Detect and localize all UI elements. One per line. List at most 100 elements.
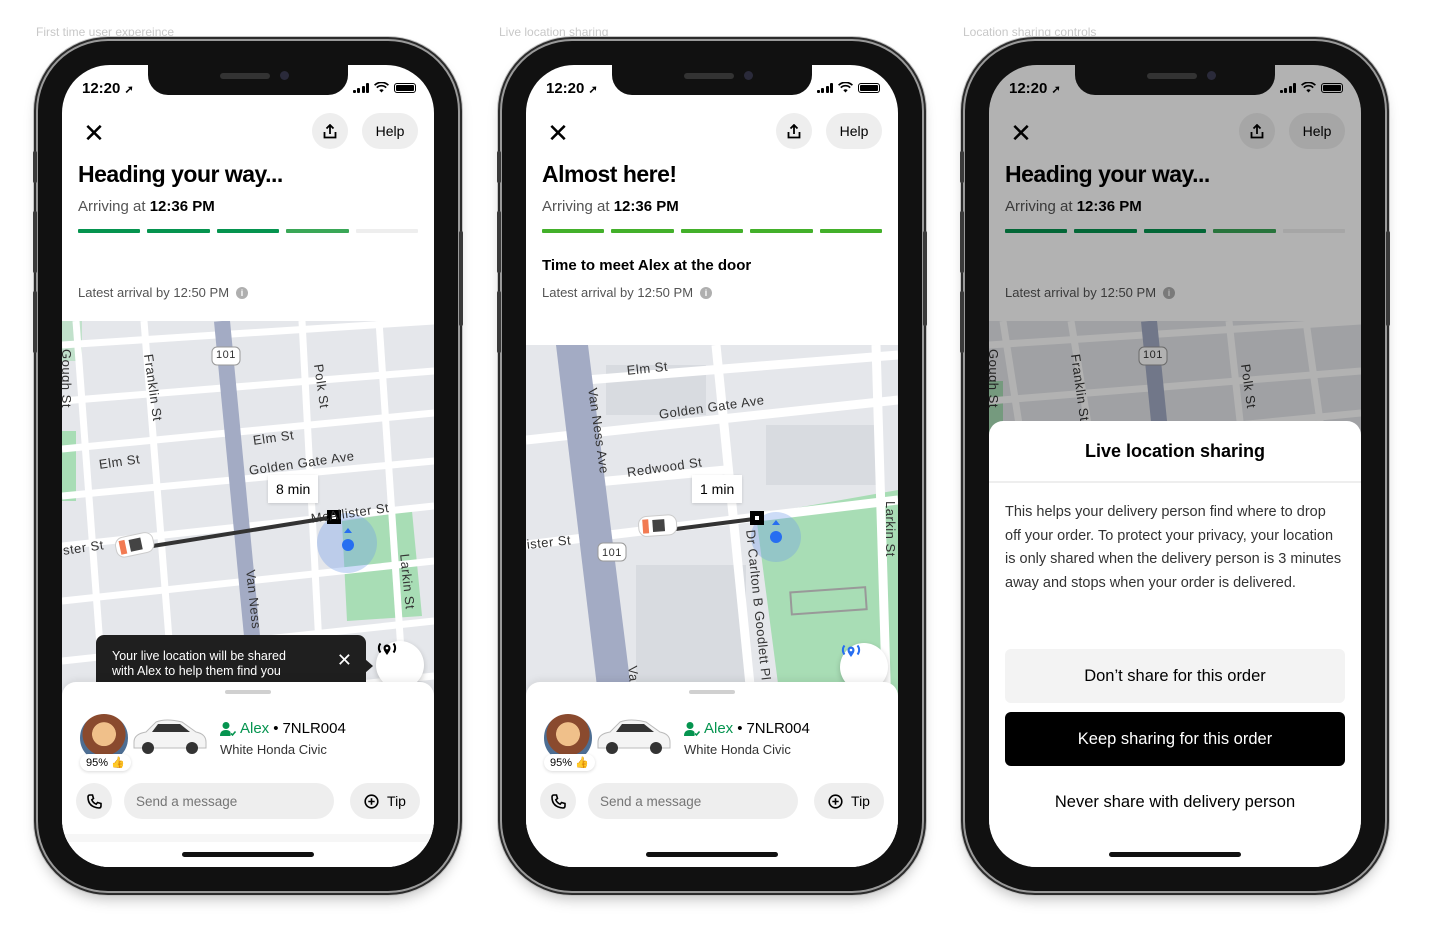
signal-icon [352, 82, 369, 93]
never-share-button[interactable]: Never share with delivery person [1005, 775, 1345, 829]
help-button[interactable]: Help [362, 113, 418, 149]
close-button[interactable]: ✕ [82, 120, 106, 146]
divider [989, 481, 1361, 483]
plus-circle-icon [828, 793, 843, 809]
progress-segment [147, 229, 210, 233]
progress-segment [819, 229, 883, 233]
screen-sharing-controls: 12:20 ➚ ✕ Help Heading your way... Arriv… [989, 65, 1361, 867]
share-icon [323, 123, 337, 138]
verified-courier-icon [684, 721, 700, 736]
screen-caption: Live location sharing [499, 25, 609, 39]
thumbs-up-icon: 👍 [575, 757, 589, 769]
sheet-handle[interactable] [225, 690, 271, 694]
home-indicator[interactable] [646, 852, 778, 857]
thumbs-up-icon: 👍 [111, 757, 125, 769]
license-plate: 7NLR004 [746, 720, 810, 737]
message-input[interactable] [124, 783, 334, 819]
notch [1075, 65, 1275, 95]
vehicle-description: White Honda Civic [684, 742, 791, 757]
location-sharing-modal: Live location sharing This helps your de… [989, 421, 1361, 867]
phone-frame: 12:20 ➚ ✕ Help Heading your way... Arriv… [960, 41, 1390, 891]
progress-bar [78, 229, 419, 233]
wifi-icon [374, 82, 389, 93]
courier-name: Alex [704, 720, 734, 737]
courier-rating: 95% 👍 [544, 754, 595, 771]
screen-first-time: 12:20 ➚ ✕ Help Heading your way... Arriv… [62, 65, 434, 867]
progress-segment [216, 229, 280, 233]
notch [148, 65, 348, 95]
help-button[interactable]: Help [826, 113, 882, 149]
home-indicator[interactable] [1109, 852, 1241, 857]
tip-button[interactable]: Tip [350, 783, 420, 819]
screen-caption: Location sharing controls [963, 25, 1097, 39]
vehicle-description: White Honda Civic [220, 742, 327, 757]
license-plate: 7NLR004 [282, 720, 346, 737]
close-button[interactable]: ✕ [546, 120, 570, 146]
screen-live-location: 12:20 ➚ ✕ Help Almost here! Arriving at … [526, 65, 898, 867]
phone-frame: 12:20 ➚ ✕ Help Almost here! Arriving at … [497, 41, 927, 891]
eta-chip: 8 min [268, 475, 319, 503]
phone-frame: 12:20 ➚ ✕ Help Heading your way... Arriv… [33, 41, 463, 891]
latest-arrival: Latest arrival by 12:50 PM i [78, 285, 249, 300]
progress-segment [750, 229, 813, 233]
status-time: 12:20 ➚ [82, 80, 134, 97]
modal-title: Live location sharing [1084, 441, 1266, 461]
sheet-handle[interactable] [689, 690, 735, 694]
tooltip-close-button[interactable]: ✕ [337, 651, 352, 669]
highway-shield: 101 [602, 547, 622, 559]
live-location-icon [377, 642, 397, 655]
progress-segment [355, 229, 419, 233]
car-image [133, 719, 207, 754]
courier-name: Alex [240, 720, 270, 737]
progress-segment [542, 229, 605, 233]
courier-sheet: 95% 👍 Alex • 7NLR004 White Honda Civic T… [526, 682, 898, 867]
call-button[interactable] [540, 783, 576, 819]
tip-button[interactable]: Tip [814, 783, 884, 819]
dont-share-button[interactable]: Don’t share for this order [1005, 649, 1345, 703]
map-street-label: Larkin St [883, 501, 898, 557]
battery-icon [394, 82, 416, 93]
meet-message: Time to meet Alex at the door [542, 257, 752, 274]
eta-chip: 1 min [692, 475, 743, 503]
screen-caption: First time user expereince [36, 25, 175, 39]
phone-icon [550, 793, 566, 809]
home-indicator[interactable] [182, 852, 314, 857]
car-image [597, 719, 671, 754]
plus-circle-icon [364, 793, 379, 809]
courier-info: Alex • 7NLR004 [684, 720, 810, 737]
notch [612, 65, 812, 95]
signal-icon [816, 82, 833, 93]
progress-bar [542, 229, 883, 233]
status-headline: Heading your way... [78, 161, 283, 187]
arriving-time: Arriving at 12:36 PM [542, 198, 679, 215]
call-button[interactable] [76, 783, 112, 819]
info-icon[interactable]: i [700, 286, 713, 299]
progress-segment [286, 229, 349, 233]
message-input[interactable] [588, 783, 798, 819]
location-arrow-icon: ➚ [588, 84, 598, 96]
location-arrow-icon: ➚ [124, 84, 134, 96]
verified-courier-icon [220, 721, 236, 736]
courier-sheet: 95% 👍 Alex • 7NLR004 White Honda Civic T… [62, 682, 434, 867]
modal-description: This helps your delivery person find whe… [1005, 504, 1342, 591]
live-location-icon [841, 644, 861, 657]
progress-segment [78, 229, 141, 233]
share-button[interactable] [776, 113, 812, 149]
battery-icon [858, 82, 880, 93]
phone-icon [86, 793, 102, 809]
courier-rating: 95% 👍 [80, 754, 131, 771]
share-icon [787, 123, 801, 138]
progress-segment [611, 229, 674, 233]
latest-arrival: Latest arrival by 12:50 PM i [542, 285, 713, 300]
share-button[interactable] [312, 113, 348, 149]
status-headline: Almost here! [542, 161, 677, 187]
progress-segment [680, 229, 744, 233]
wifi-icon [838, 82, 853, 93]
info-icon[interactable]: i [236, 286, 249, 299]
map-street-label: Gough St [62, 349, 74, 408]
keep-sharing-button[interactable]: Keep sharing for this order [1005, 712, 1345, 766]
courier-info: Alex • 7NLR004 [220, 720, 346, 737]
status-time: 12:20 ➚ [546, 80, 598, 97]
highway-shield: 101 [216, 349, 236, 361]
arriving-time: Arriving at 12:36 PM [78, 198, 215, 215]
